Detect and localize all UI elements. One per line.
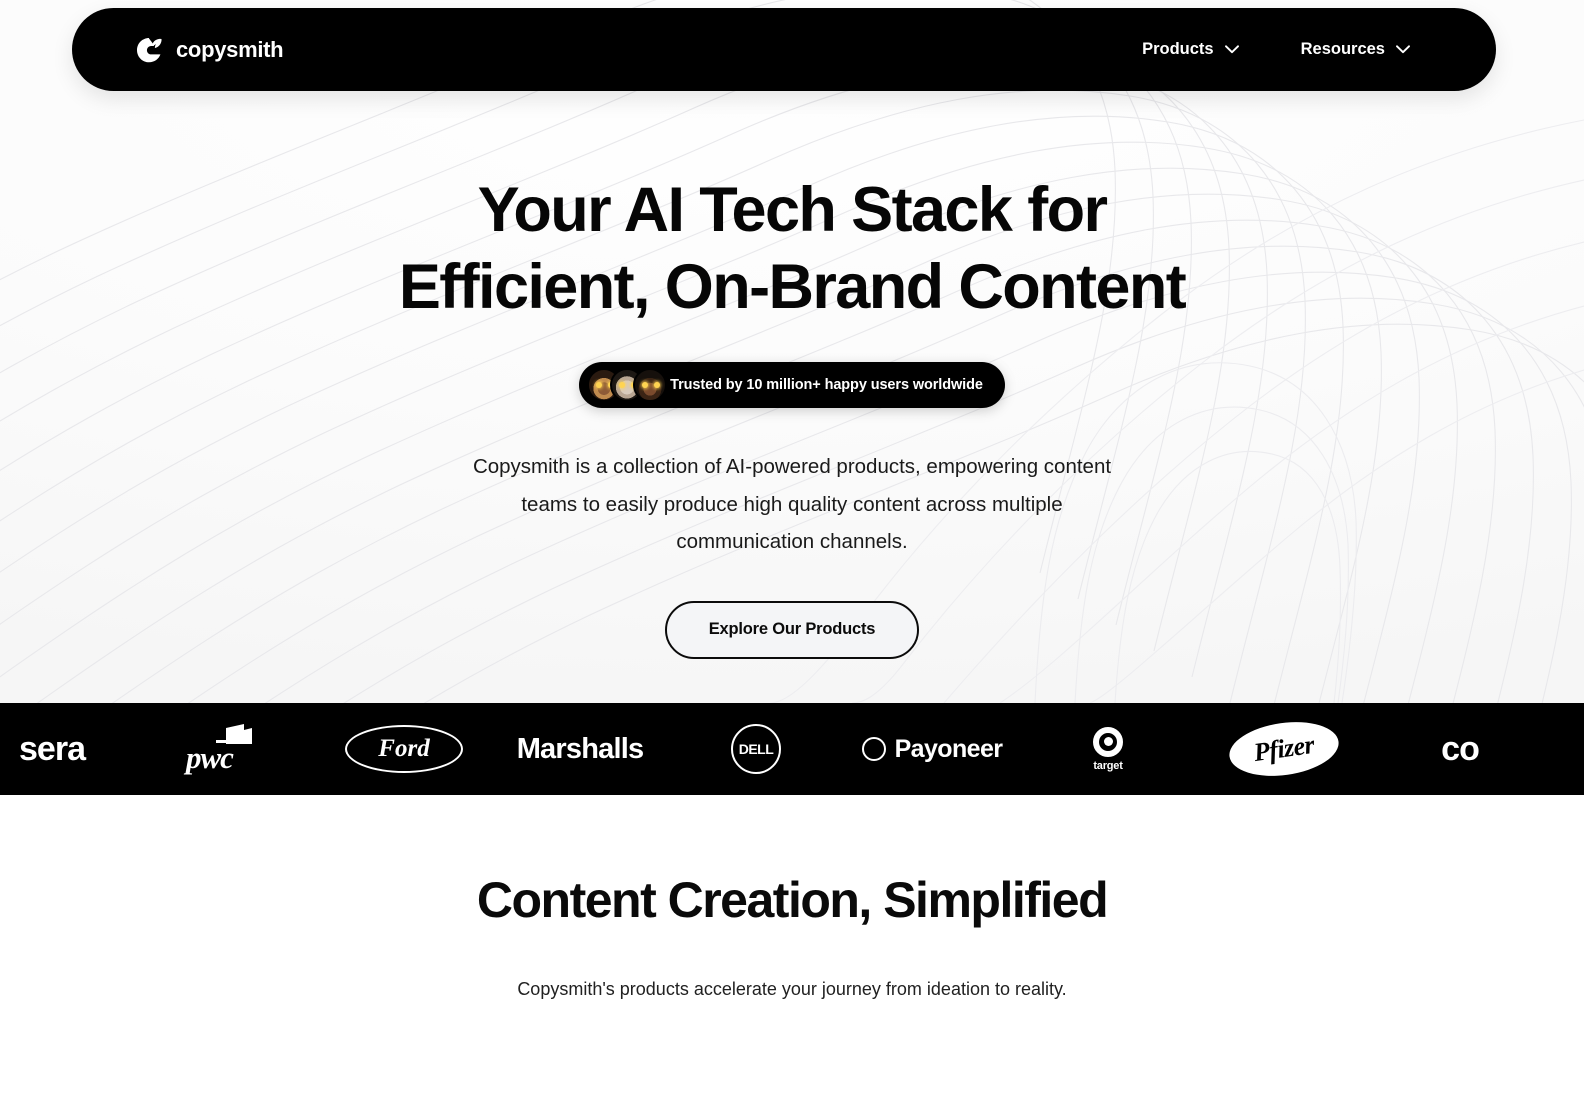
logo-payoneer-mark: Payoneer	[861, 734, 1003, 764]
logo-pfizer: Pfizer	[1196, 703, 1372, 795]
section-title: Content Creation, Simplified	[476, 872, 1109, 928]
brand-name: copysmith	[176, 36, 284, 62]
logo-target: target	[1020, 703, 1196, 795]
navbar-pill: copysmith Products Resources	[72, 8, 1496, 91]
trust-badge-label: Trusted by 10 million+ happy users world…	[670, 377, 983, 393]
logo-pwc-mark: pwc	[186, 720, 270, 778]
chevron-down-icon	[1396, 45, 1410, 54]
hero-subtext: Copysmith is a collection of AI-powered …	[472, 455, 1112, 553]
hero-section: copysmith Products Resources Your AI Tec…	[0, 0, 1584, 703]
logo-pfizer-mark: Pfizer	[1225, 715, 1343, 783]
hero-content: Your AI Tech Stack for Efficient, On-Bra…	[0, 0, 1584, 659]
logo-marquee: sera pwc Ford Marshalls DELL Payoneer ta…	[0, 703, 1584, 795]
target-bullseye-icon	[1093, 726, 1123, 757]
logo-payoneer: Payoneer	[844, 703, 1020, 795]
page-title: Your AI Tech Stack for Efficient, On-Bra…	[398, 172, 1187, 326]
logo-pfizer-text: Pfizer	[1251, 729, 1316, 768]
logo-pwc-text: pwc	[186, 740, 234, 775]
avatar	[633, 368, 668, 402]
logo-ford-text: Ford	[345, 725, 463, 773]
logo-payoneer-text: Payoneer	[894, 734, 1003, 763]
logo-pwc: pwc	[140, 703, 316, 795]
payoneer-ring-icon	[861, 737, 886, 761]
nav-item-resources[interactable]: Resources	[1301, 40, 1410, 59]
chevron-down-icon	[1224, 45, 1239, 54]
nav-item-resources-label: Resources	[1300, 40, 1385, 58]
top-navigation-bar: copysmith Products Resources	[72, 8, 1496, 91]
trust-badge: Trusted by 10 million+ happy users world…	[579, 362, 1005, 408]
logo-dell: DELL	[668, 703, 844, 795]
copysmith-leaf-logo-icon	[137, 37, 162, 62]
logo-coursera: sera	[0, 703, 140, 795]
logo-target-text: target	[1093, 759, 1123, 772]
nav-item-products[interactable]: Products	[1142, 40, 1239, 59]
logo-dell-text: DELL	[731, 724, 781, 774]
logo-marshalls: Marshalls	[492, 703, 668, 795]
explore-our-products-button[interactable]: Explore Our Products	[664, 600, 920, 659]
avatar-group	[587, 368, 668, 402]
headline-line-2: Efficient, On-Brand Content	[398, 252, 1187, 322]
logo-target-mark: target	[1093, 726, 1123, 772]
logo-coursera-repeat: co	[1372, 703, 1548, 795]
logo-coursera-repeat-text: co	[1441, 729, 1480, 768]
logo-track: sera pwc Ford Marshalls DELL Payoneer ta…	[0, 703, 1548, 795]
logo-coursera-text: sera	[19, 729, 86, 768]
brand-logo[interactable]: copysmith	[134, 35, 284, 65]
content-creation-section: Content Creation, Simplified Copysmith's…	[0, 795, 1584, 1000]
logo-ford: Ford	[316, 703, 492, 795]
nav-links: Products Resources	[1142, 40, 1450, 59]
logo-marshalls-text: Marshalls	[516, 732, 644, 765]
nav-item-products-label: Products	[1142, 40, 1214, 58]
section-subtitle: Copysmith's products accelerate your jou…	[517, 979, 1067, 999]
headline-line-1: Your AI Tech Stack for	[477, 175, 1108, 245]
